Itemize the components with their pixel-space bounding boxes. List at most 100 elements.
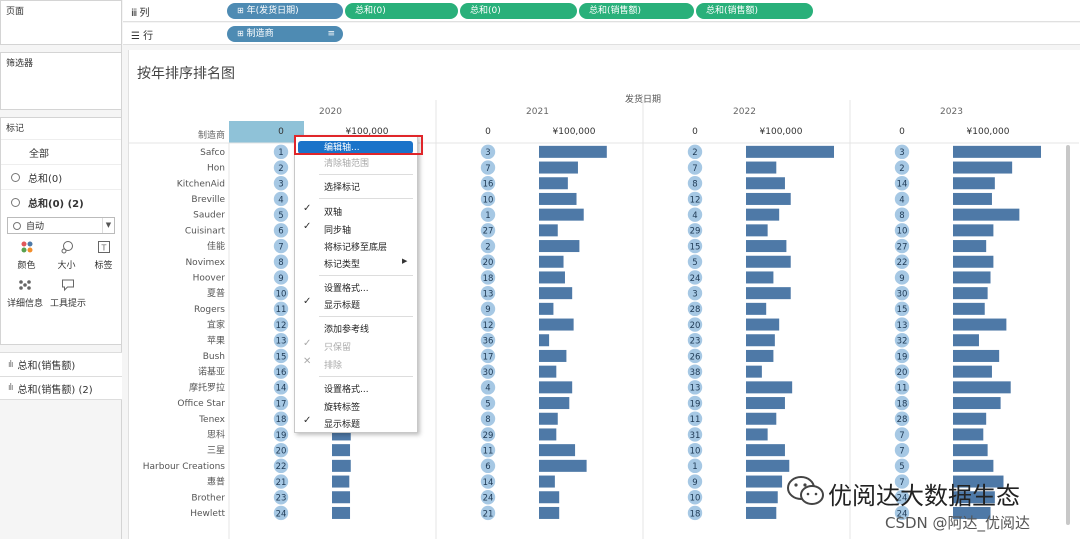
menu-divider	[319, 275, 413, 276]
vertical-scrollbar[interactable]	[1066, 145, 1070, 525]
rank-label: 27	[483, 227, 494, 237]
mark-type-icon	[13, 221, 21, 230]
pill-sum0[interactable]: 总和(0)	[345, 3, 458, 19]
marks-tab-sum0[interactable]: 总和(0)	[1, 164, 121, 189]
label-button[interactable]: T 标签	[87, 240, 120, 274]
menu-rotate-labels[interactable]: 旋转标签	[324, 400, 360, 413]
sales-bar	[746, 334, 775, 347]
manufacturer-label: Office Star	[177, 399, 225, 409]
sales-bar	[539, 397, 570, 410]
view-area: 按年排序排名图 发货日期 制造商 2020 0 ¥100,000 Safco 1 Hon 2 K…	[128, 50, 1080, 539]
sales-bar	[953, 459, 994, 472]
menu-sync-axis[interactable]: 同步轴	[324, 223, 351, 236]
measure-sales-2[interactable]: ılı 总和(销售额) (2)	[0, 376, 122, 400]
year-header: 2022	[733, 107, 756, 117]
sales-bar	[539, 334, 550, 347]
rank-label: 3	[278, 180, 283, 190]
sales-bar	[332, 444, 351, 457]
radio-icon	[11, 172, 20, 182]
menu-show-header-2[interactable]: 显示标题	[324, 417, 360, 430]
rank-label: 6	[485, 462, 490, 472]
sales-bar	[539, 381, 573, 394]
sales-bar	[953, 302, 985, 315]
rank-label: 13	[897, 321, 908, 331]
color-dots-icon	[10, 240, 43, 258]
sales-bar	[539, 491, 560, 504]
watermark-brand: 优阅达大数据生态	[828, 482, 1020, 510]
marks-tab-all[interactable]: 全部	[1, 139, 121, 164]
sales-bar	[746, 271, 774, 284]
rank-label: 3	[899, 148, 904, 158]
rank-label: 4	[899, 195, 904, 205]
rank-label: 2	[278, 164, 283, 174]
rows-shelf[interactable]: ☰ 行 ⊞ 制造商 ≡	[123, 23, 1080, 45]
menu-select-marks[interactable]: 选择标记	[324, 180, 360, 193]
rank-label: 8	[692, 180, 697, 190]
sales-bar	[746, 302, 767, 315]
rank-label: 13	[483, 289, 494, 299]
rank-label: 6	[278, 227, 283, 237]
rank-label: 21	[483, 509, 494, 519]
rank-label: 27	[897, 242, 908, 252]
sales-bar	[953, 177, 995, 190]
rank-label: 18	[897, 399, 908, 409]
pill-year-ship-date[interactable]: ⊞ 年(发货日期)	[227, 3, 343, 19]
chevron-down-icon: ▼	[102, 218, 114, 233]
filters-card[interactable]: 筛选器	[0, 52, 122, 110]
sales-bar	[539, 412, 558, 425]
menu-move-marks-back[interactable]: 将标记移至底层	[324, 240, 387, 253]
menu-show-header[interactable]: 显示标题	[324, 298, 360, 311]
sales-bar	[953, 287, 988, 300]
rank-label: 21	[276, 478, 287, 488]
sales-bar	[539, 240, 580, 253]
rank-label: 18	[276, 415, 287, 425]
rank-label: 11	[276, 305, 287, 315]
sales-bar	[953, 444, 988, 457]
measure-sales[interactable]: ılı 总和(销售额)	[0, 352, 122, 376]
color-button[interactable]: 颜色	[10, 240, 43, 274]
detail-button[interactable]: 详细信息	[6, 278, 44, 312]
marks-tab-sum0-2[interactable]: 总和(0) (2)	[1, 189, 121, 214]
manufacturer-label: Bush	[203, 352, 225, 362]
size-button[interactable]: 大小	[50, 240, 83, 274]
pill-manufacturer[interactable]: ⊞ 制造商 ≡	[227, 26, 343, 42]
pages-label: 页面	[6, 7, 25, 17]
rank-label: 2	[899, 164, 904, 174]
rows-shelf-label: ☰ 行	[131, 27, 153, 42]
rank-label: 11	[690, 415, 701, 425]
rank-label: 15	[276, 352, 287, 362]
year-header: 2023	[940, 107, 963, 117]
left-panel: 页面 筛选器 标记 全部 总和(0) 总和(0) (2) 自动 ▼ 颜色 大小 …	[0, 0, 122, 539]
check-icon: ✓	[303, 415, 312, 426]
rank-label: 7	[692, 164, 697, 174]
menu-mark-type[interactable]: 标记类型	[324, 257, 360, 270]
tooltip-button[interactable]: 工具提示	[48, 278, 88, 312]
pill-sum-sales[interactable]: 总和(销售额)	[579, 3, 694, 19]
sales-bar	[953, 365, 992, 378]
manufacturer-label: Harbour Creations	[143, 462, 226, 472]
menu-format-2[interactable]: 设置格式...	[324, 382, 369, 395]
manufacturer-label: Cuisinart	[185, 226, 226, 236]
pill-sum-sales-2[interactable]: 总和(销售额)	[696, 3, 813, 19]
rank-label: 10	[276, 289, 287, 299]
menu-add-reference-line[interactable]: 添加参考线	[324, 322, 369, 335]
pill-sum0-2[interactable]: 总和(0)	[460, 3, 577, 19]
rank-label: 12	[276, 321, 287, 331]
menu-format[interactable]: 设置格式...	[324, 281, 369, 294]
axis-context-menu: 编辑轴... 清除轴范围 选择标记 ✓ 双轴 ✓ 同步轴 将标记移至底层 标记类…	[294, 135, 418, 433]
menu-dual-axis[interactable]: 双轴	[324, 205, 342, 218]
rank-label: 9	[899, 274, 904, 284]
bar-chart-icon: ılı	[8, 383, 13, 393]
rank-label: 31	[690, 431, 701, 441]
pages-card[interactable]: 页面	[0, 0, 122, 45]
columns-shelf-label: iii 列	[131, 4, 150, 19]
manufacturer-label: 佳能	[207, 240, 225, 252]
sales-bar	[746, 397, 785, 410]
columns-shelf[interactable]: iii 列 ⊞ 年(发货日期) 总和(0) 总和(0) 总和(销售额) 总和(销…	[123, 0, 1080, 22]
plus-icon: ⊞	[237, 6, 244, 15]
mark-type-dropdown[interactable]: 自动 ▼	[7, 217, 115, 234]
sales-bar	[539, 208, 584, 221]
rank-label: 8	[485, 415, 490, 425]
sales-bar	[539, 365, 557, 378]
sales-bar	[953, 349, 1000, 362]
